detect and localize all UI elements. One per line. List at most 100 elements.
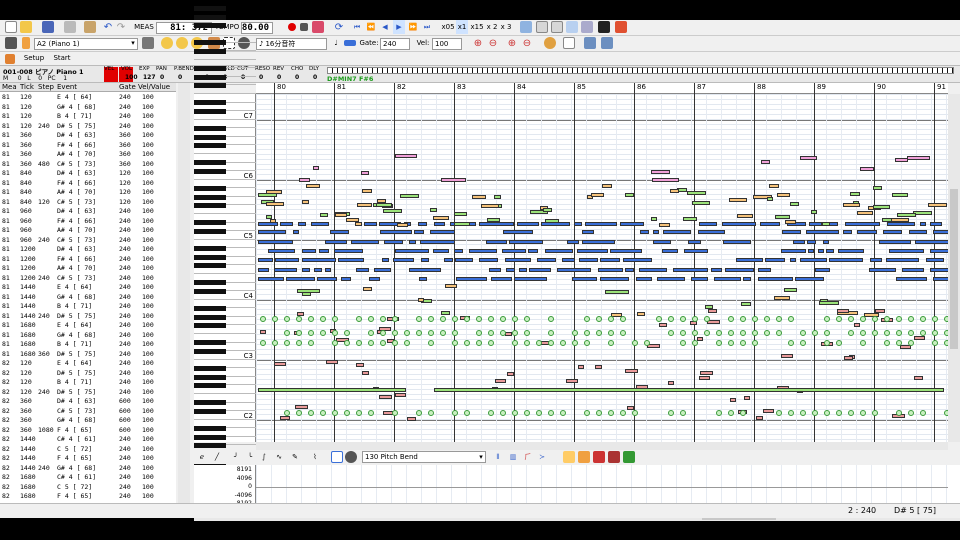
- note[interactable]: [326, 360, 338, 364]
- velocity-dot[interactable]: [692, 340, 698, 346]
- black-key[interactable]: [194, 83, 226, 89]
- list-row[interactable]: 82 360 1080 F 4 [ 65] 600 100: [0, 426, 176, 435]
- record-step-icon[interactable]: [311, 20, 325, 34]
- note[interactable]: [767, 197, 773, 201]
- note[interactable]: [758, 277, 793, 281]
- note[interactable]: [711, 268, 722, 272]
- velocity-dot[interactable]: [416, 316, 422, 322]
- note[interactable]: [258, 258, 273, 262]
- note[interactable]: [652, 178, 679, 182]
- velocity-dot[interactable]: [272, 316, 278, 322]
- note[interactable]: [260, 330, 266, 334]
- note[interactable]: [418, 298, 424, 302]
- erase-ctrl-icon[interactable]: [344, 450, 358, 464]
- black-key[interactable]: [194, 6, 226, 12]
- list-row[interactable]: 81 120 B 4 [ 71] 240 100: [0, 112, 176, 121]
- note[interactable]: [595, 365, 602, 369]
- black-key[interactable]: [194, 366, 226, 372]
- note[interactable]: [639, 268, 667, 272]
- velocity-dot[interactable]: [344, 340, 350, 346]
- velocity-dot[interactable]: [380, 340, 386, 346]
- velocity-dot[interactable]: [908, 340, 914, 346]
- velocity-dot[interactable]: [668, 316, 674, 322]
- velocity-dot[interactable]: [728, 340, 734, 346]
- note[interactable]: [295, 405, 308, 409]
- note[interactable]: [883, 230, 902, 234]
- ruler-measure-90[interactable]: 90: [874, 83, 886, 94]
- note[interactable]: [623, 258, 652, 262]
- velocity-dot[interactable]: [368, 316, 374, 322]
- note[interactable]: [356, 363, 364, 367]
- note[interactable]: [502, 249, 526, 253]
- velocity-dot[interactable]: [884, 330, 890, 336]
- note[interactable]: [870, 258, 882, 262]
- velocity-dot[interactable]: [284, 410, 290, 416]
- list-row[interactable]: 81 960 D# 4 [ 63] 240 100: [0, 207, 176, 216]
- speed-x05[interactable]: x05: [441, 20, 455, 34]
- velocity-dot[interactable]: [728, 316, 734, 322]
- note-length-icon[interactable]: ♩: [330, 36, 342, 50]
- pianoroll-view-icon[interactable]: [565, 20, 579, 34]
- velocity-dot[interactable]: [596, 410, 602, 416]
- note[interactable]: [302, 268, 310, 272]
- list-row[interactable]: 81 360 F# 4 [ 66] 360 100: [0, 141, 176, 150]
- list-row[interactable]: 81 360 A# 4 [ 70] 360 100: [0, 150, 176, 159]
- note[interactable]: [400, 194, 419, 198]
- velocity-dot[interactable]: [932, 330, 938, 336]
- black-key[interactable]: [194, 40, 226, 46]
- velocity-dot[interactable]: [920, 316, 926, 322]
- note[interactable]: [441, 178, 466, 182]
- note[interactable]: [376, 203, 392, 207]
- note[interactable]: [895, 158, 908, 162]
- controller-select[interactable]: 130 Pitch Bend: [362, 451, 486, 463]
- zoom-in-h-icon[interactable]: ⊕: [505, 36, 519, 50]
- clipboard-icon[interactable]: [83, 20, 97, 34]
- note[interactable]: [258, 268, 269, 272]
- note[interactable]: [346, 218, 359, 222]
- velocity-dot[interactable]: [788, 410, 794, 416]
- note[interactable]: [562, 258, 575, 262]
- black-key[interactable]: [194, 143, 226, 149]
- velocity-dot[interactable]: [908, 330, 914, 336]
- note[interactable]: [325, 268, 331, 272]
- note[interactable]: [335, 213, 347, 217]
- velocity-dot[interactable]: [608, 316, 614, 322]
- grid-icon[interactable]: [562, 36, 576, 50]
- note[interactable]: [380, 230, 412, 234]
- black-key[interactable]: [194, 374, 226, 380]
- velocity-dot[interactable]: [380, 316, 386, 322]
- event-list[interactable]: 81 120 E 4 [ 64] 240 100 81 120 G# 4 [ 68] 240 10…: [0, 83, 176, 518]
- note[interactable]: [543, 208, 552, 212]
- note[interactable]: [454, 222, 470, 226]
- note[interactable]: [409, 268, 441, 272]
- list-row[interactable]: 81 960 F# 4 [ 66] 240 100: [0, 217, 176, 226]
- black-key[interactable]: [194, 126, 226, 132]
- note[interactable]: [928, 203, 947, 207]
- velocity-dot[interactable]: [596, 316, 602, 322]
- velocity-dot[interactable]: [452, 340, 458, 346]
- ruler-measure-88[interactable]: 88: [754, 83, 766, 94]
- note[interactable]: [395, 393, 406, 397]
- list-row[interactable]: 81 1200 240 C# 5 [ 73] 240 100: [0, 274, 176, 283]
- note[interactable]: [700, 371, 713, 375]
- note[interactable]: [684, 249, 708, 253]
- velocity-dot[interactable]: [464, 410, 470, 416]
- list-row[interactable]: 81 1680 B 4 [ 71] 240 100: [0, 340, 176, 349]
- note[interactable]: [507, 372, 514, 376]
- list-row[interactable]: 81 1200 A# 4 [ 70] 240 100: [0, 264, 176, 273]
- list-row[interactable]: 82 360 D# 4 [ 63] 600 100: [0, 397, 176, 406]
- undo-icon[interactable]: ↶: [101, 20, 115, 34]
- note[interactable]: [384, 240, 403, 244]
- ctrl-view4-icon[interactable]: ≻: [535, 450, 549, 464]
- note[interactable]: [364, 222, 377, 226]
- note[interactable]: [914, 336, 925, 340]
- list-row[interactable]: 82 120 E 4 [ 64] 240 100: [0, 359, 176, 368]
- note[interactable]: [809, 222, 822, 226]
- note[interactable]: [409, 240, 416, 244]
- note[interactable]: [873, 205, 890, 209]
- black-key[interactable]: [194, 134, 226, 140]
- note[interactable]: [790, 258, 796, 262]
- velocity-dot[interactable]: [680, 410, 686, 416]
- note[interactable]: [640, 230, 649, 234]
- velocity-dot[interactable]: [836, 340, 842, 346]
